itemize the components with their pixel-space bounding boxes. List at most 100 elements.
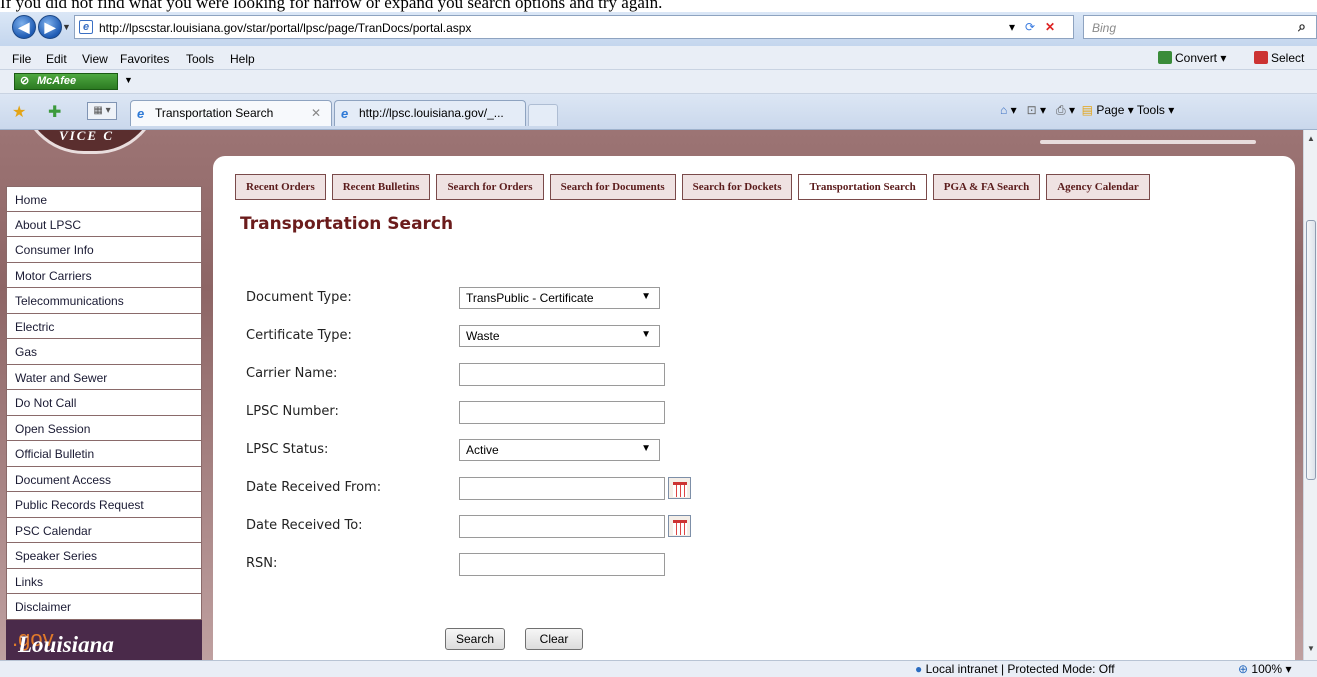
certificate-type-select[interactable]: Waste ▼ bbox=[459, 325, 660, 347]
tab-bar: ★ ✚ ▦ ▾ e Transportation Search ✕ e http… bbox=[0, 94, 1317, 130]
date-received-to-input[interactable] bbox=[459, 515, 665, 538]
url-field[interactable]: e http://lpscstar.louisiana.gov/star/por… bbox=[74, 15, 1074, 39]
clear-button[interactable]: Clear bbox=[525, 628, 583, 650]
sidebar-item-motor-carriers[interactable]: Motor Carriers bbox=[6, 262, 202, 288]
scrollbar-thumb[interactable] bbox=[1306, 220, 1316, 480]
tab-label: Transportation Search bbox=[155, 106, 274, 120]
sidebar-item-telecommunications[interactable]: Telecommunications bbox=[6, 288, 202, 314]
carrier-name-label: Carrier Name: bbox=[246, 366, 338, 381]
date-received-to-label: Date Received To: bbox=[246, 518, 363, 533]
tab-lpsc-home[interactable]: e http://lpsc.louisiana.gov/_... bbox=[334, 100, 526, 126]
select-icon bbox=[1254, 51, 1268, 64]
menu-view[interactable]: View bbox=[82, 52, 108, 66]
tab-recent-bulletins[interactable]: Recent Bulletins bbox=[331, 174, 431, 200]
zoom-control[interactable]: ⊕ 100% ▾ bbox=[1238, 662, 1291, 676]
lpsc-number-input[interactable] bbox=[459, 401, 665, 424]
add-favorites-icon[interactable]: ✚ bbox=[48, 102, 61, 122]
menu-file[interactable]: File bbox=[12, 52, 31, 66]
tab-search-for-documents[interactable]: Search for Documents bbox=[549, 174, 676, 200]
tab-agency-calendar[interactable]: Agency Calendar bbox=[1046, 174, 1150, 200]
scroll-down-icon[interactable]: ▼ bbox=[1307, 644, 1315, 653]
calendar-icon[interactable] bbox=[668, 477, 691, 499]
sidebar-item-open-session[interactable]: Open Session bbox=[6, 415, 202, 441]
lpsc-status-select[interactable]: Active ▼ bbox=[459, 439, 660, 461]
tab-recent-orders[interactable]: Recent Orders bbox=[235, 174, 326, 200]
sidebar-item-gas[interactable]: Gas bbox=[6, 339, 202, 365]
scroll-up-icon[interactable]: ▲ bbox=[1307, 134, 1315, 143]
sidebar-item-electric[interactable]: Electric bbox=[6, 313, 202, 339]
date-received-from-input[interactable] bbox=[459, 477, 665, 500]
ie-icon: e bbox=[137, 106, 145, 121]
sidebar-item-public-records-request[interactable]: Public Records Request bbox=[6, 492, 202, 518]
forward-icon[interactable]: ▶ bbox=[38, 15, 62, 39]
select-button[interactable]: Select bbox=[1254, 51, 1304, 65]
carrier-name-input[interactable] bbox=[459, 363, 665, 386]
mcafee-button[interactable]: McAfee bbox=[14, 73, 118, 90]
stop-icon[interactable]: ✕ bbox=[1045, 20, 1055, 34]
close-tab-icon[interactable]: ✕ bbox=[311, 106, 321, 120]
sidebar-item-do-not-call[interactable]: Do Not Call bbox=[6, 390, 202, 416]
document-type-select[interactable]: TransPublic - Certificate ▼ bbox=[459, 287, 660, 309]
sidebar-item-official-bulletin[interactable]: Official Bulletin bbox=[6, 441, 202, 467]
sidebar-item-water-and-sewer[interactable]: Water and Sewer bbox=[6, 364, 202, 390]
sidebar-item-psc-calendar[interactable]: PSC Calendar bbox=[6, 517, 202, 543]
logo-text: Louisiana .gov bbox=[12, 626, 114, 657]
globe-icon: ● bbox=[915, 662, 923, 676]
rsn-input[interactable] bbox=[459, 553, 665, 576]
sidebar-item-speaker-series[interactable]: Speaker Series bbox=[6, 543, 202, 569]
select-label: Select bbox=[1271, 51, 1305, 65]
menu-favorites[interactable]: Favorites bbox=[120, 52, 169, 66]
certificate-type-label: Certificate Type: bbox=[246, 328, 352, 343]
convert-button[interactable]: Convert ▾ bbox=[1158, 51, 1226, 65]
sidebar-item-about-lpsc[interactable]: About LPSC bbox=[6, 211, 202, 237]
zoom-level: 100% bbox=[1251, 662, 1283, 676]
lpsc-number-label: LPSC Number: bbox=[246, 404, 339, 419]
vertical-scrollbar[interactable]: ▲ ▼ bbox=[1303, 130, 1317, 660]
tab-transportation-search[interactable]: e Transportation Search ✕ bbox=[130, 100, 332, 126]
print-icon[interactable]: ⎙ bbox=[1056, 103, 1066, 117]
tab-pga-fa-search[interactable]: PGA & FA Search bbox=[932, 174, 1041, 200]
sidebar-item-disclaimer[interactable]: Disclaimer bbox=[6, 594, 202, 620]
history-dropdown-icon[interactable]: ▼ bbox=[62, 22, 71, 32]
mcafee-label: McAfee bbox=[37, 75, 77, 87]
refresh-icon[interactable]: ⟳ bbox=[1025, 20, 1035, 34]
search-button[interactable]: Search bbox=[445, 628, 505, 650]
feeds-icon[interactable]: ⊡ bbox=[1027, 103, 1037, 117]
mcafee-toolbar: McAfee ▼ bbox=[0, 70, 1317, 94]
sidebar-item-consumer-info[interactable]: Consumer Info bbox=[6, 237, 202, 263]
search-icon[interactable]: ⌕ bbox=[1298, 18, 1306, 35]
sidebar-item-document-access[interactable]: Document Access bbox=[6, 466, 202, 492]
menu-tools[interactable]: Tools bbox=[186, 52, 214, 66]
search-nav-tabs: Recent Orders Recent Bulletins Search fo… bbox=[235, 174, 1156, 200]
new-tab-button[interactable] bbox=[528, 104, 558, 126]
status-bar: ● Local intranet | Protected Mode: Off ⊕… bbox=[0, 660, 1317, 677]
logo-main: Louisiana bbox=[18, 632, 114, 657]
url-dropdown-icon[interactable]: ▾ bbox=[1009, 20, 1015, 34]
web-page: VICE C Home About LPSC Consumer Info Mot… bbox=[0, 130, 1303, 660]
command-bar-menus[interactable]: Page ▾ Tools ▾ bbox=[1096, 103, 1174, 117]
date-received-from-label: Date Received From: bbox=[246, 480, 382, 495]
lpsc-status-value: Active bbox=[466, 443, 499, 457]
back-icon[interactable]: ◀ bbox=[12, 15, 36, 39]
tab-search-for-dockets[interactable]: Search for Dockets bbox=[681, 174, 793, 200]
mcafee-dropdown-icon[interactable]: ▼ bbox=[124, 75, 133, 85]
search-input[interactable]: Bing ⌕ bbox=[1083, 15, 1317, 39]
home-icon[interactable]: ⌂ bbox=[1000, 103, 1007, 117]
calendar-icon[interactable] bbox=[668, 515, 691, 537]
menu-help[interactable]: Help bbox=[230, 52, 255, 66]
menu-edit[interactable]: Edit bbox=[46, 52, 67, 66]
quick-tabs-icon[interactable]: ▦ ▾ bbox=[87, 102, 117, 120]
document-type-value: TransPublic - Certificate bbox=[466, 291, 594, 305]
tab-transportation-search[interactable]: Transportation Search bbox=[798, 174, 927, 200]
louisiana-gov-logo[interactable]: Louisiana .gov bbox=[6, 620, 202, 660]
security-zone[interactable]: ● Local intranet | Protected Mode: Off bbox=[915, 662, 1115, 676]
page-menu-icon[interactable]: ▤ bbox=[1082, 103, 1093, 117]
tab-search-for-orders[interactable]: Search for Orders bbox=[436, 174, 544, 200]
url-text: http://lpscstar.louisiana.gov/star/porta… bbox=[99, 21, 472, 35]
sidebar-item-home[interactable]: Home bbox=[6, 186, 202, 212]
page-title: Transportation Search bbox=[240, 214, 454, 234]
favorites-star-icon[interactable]: ★ bbox=[12, 102, 26, 122]
top-text: If you did not find what you were lookin… bbox=[0, 0, 663, 12]
sidebar-item-links[interactable]: Links bbox=[6, 568, 202, 594]
security-zone-text: Local intranet | Protected Mode: Off bbox=[925, 662, 1115, 676]
